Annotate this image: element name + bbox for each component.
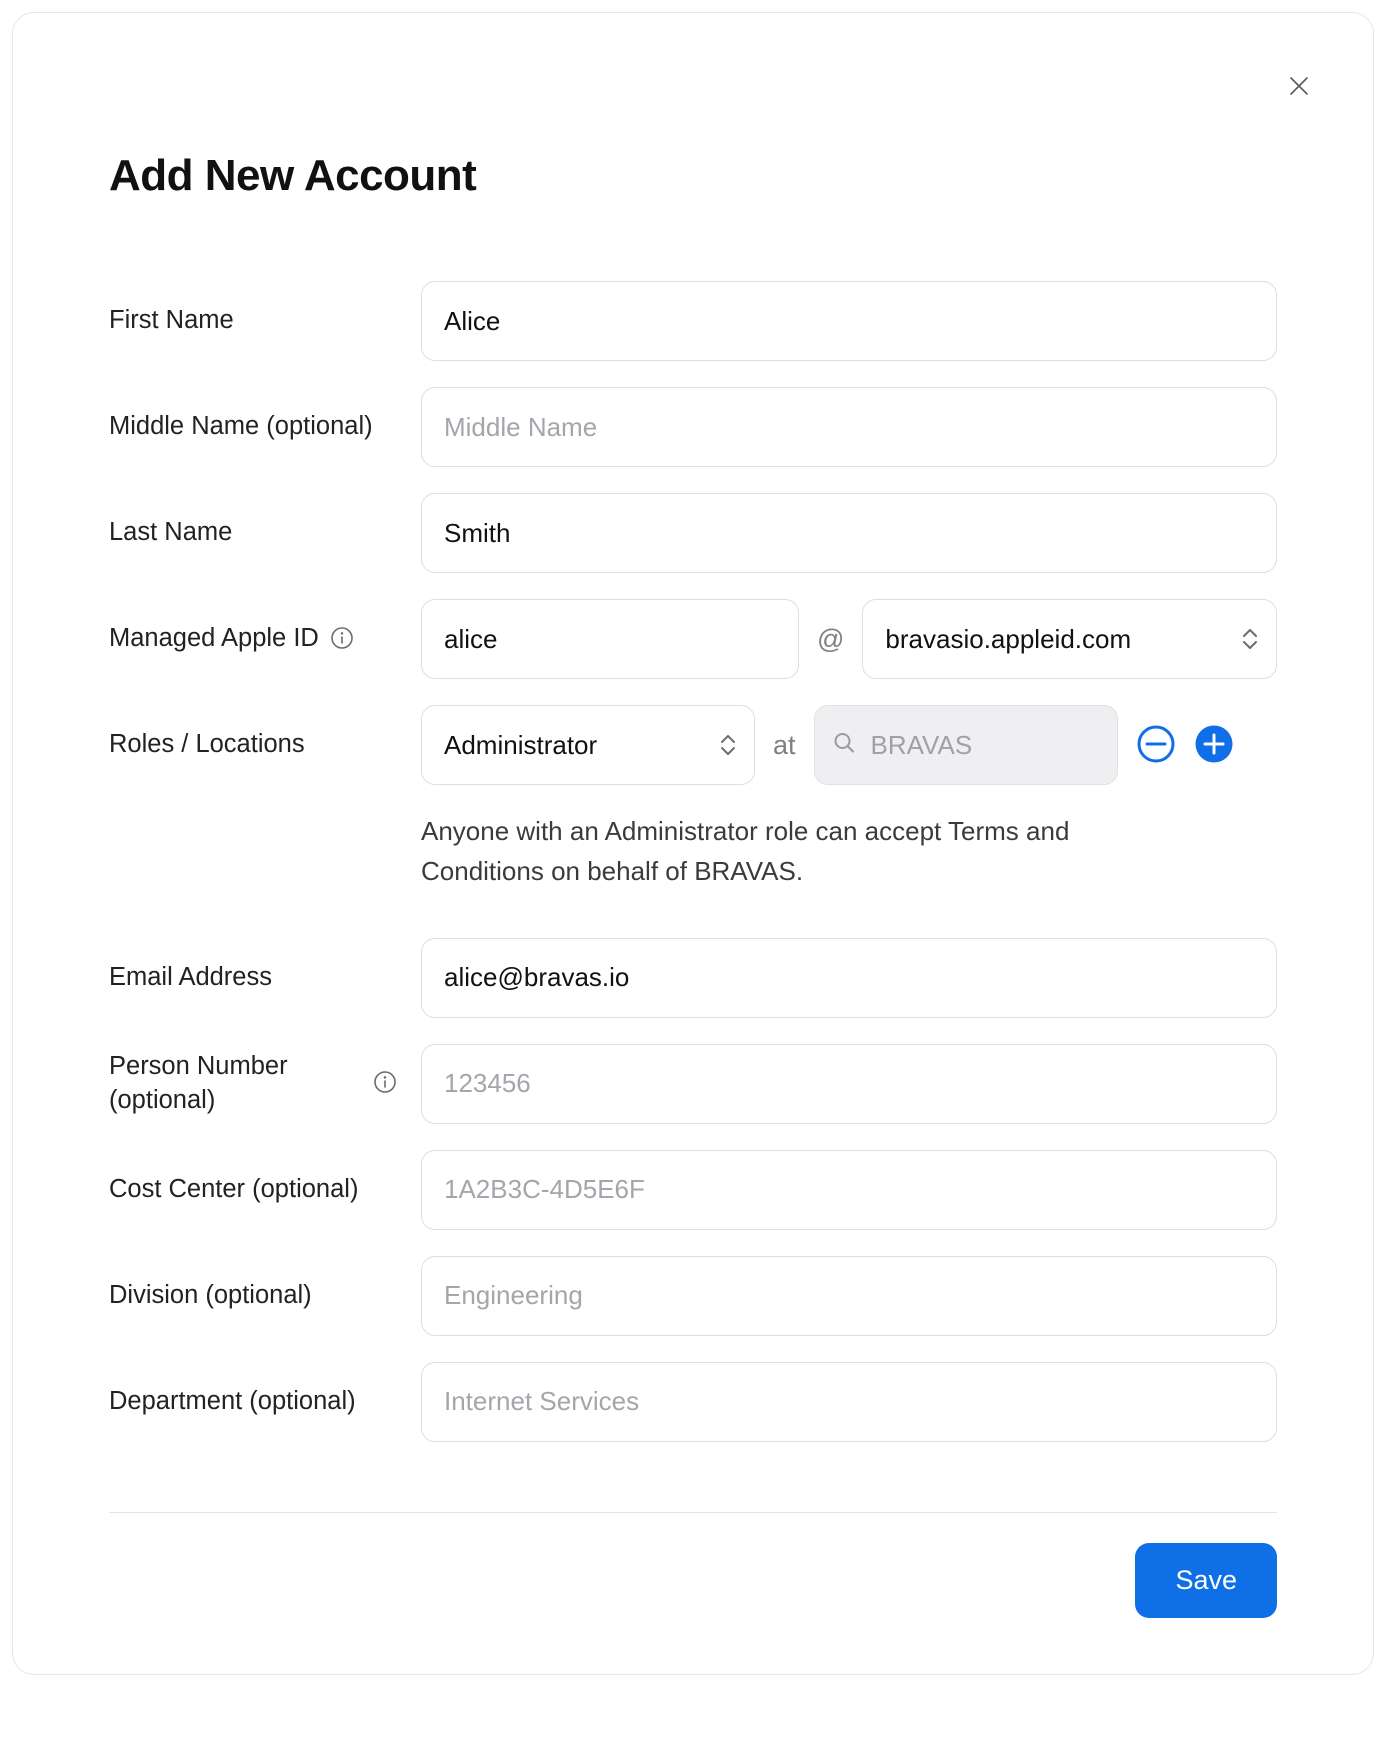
- add-account-modal: Add New Account First Name Middle Name (…: [12, 12, 1374, 1675]
- chevron-updown-icon: [720, 734, 736, 756]
- middle-name-input[interactable]: [421, 387, 1277, 467]
- label-division: Division (optional): [109, 1279, 312, 1313]
- remove-role-button[interactable]: [1136, 725, 1176, 765]
- role-select-value: Administrator: [444, 730, 597, 761]
- cost-center-input[interactable]: [421, 1150, 1277, 1230]
- location-search-wrap: [814, 705, 1118, 785]
- apple-id-local-input[interactable]: [421, 599, 799, 679]
- modal-title: Add New Account: [109, 151, 1277, 201]
- at-symbol: @: [817, 624, 844, 655]
- label-cost-center: Cost Center (optional): [109, 1173, 358, 1207]
- plus-circle-icon: [1194, 724, 1234, 767]
- label-managed-apple-id: Managed Apple ID: [109, 622, 319, 656]
- save-button[interactable]: Save: [1135, 1543, 1277, 1618]
- first-name-input[interactable]: [421, 281, 1277, 361]
- row-first-name: First Name: [109, 281, 1277, 361]
- apple-id-domain-value: bravasio.appleid.com: [885, 624, 1131, 655]
- location-search-input[interactable]: [814, 705, 1118, 785]
- row-last-name: Last Name: [109, 493, 1277, 573]
- label-department: Department (optional): [109, 1385, 356, 1419]
- info-icon: [330, 626, 354, 653]
- row-email: Email Address: [109, 938, 1277, 1018]
- add-role-button[interactable]: [1194, 725, 1234, 765]
- label-person-number: Person Number (optional): [109, 1050, 363, 1117]
- person-number-input[interactable]: [421, 1044, 1277, 1124]
- close-icon: [1287, 74, 1311, 101]
- row-managed-apple-id: Managed Apple ID @ bravasio.appleid.com: [109, 599, 1277, 679]
- label-email: Email Address: [109, 961, 272, 995]
- last-name-input[interactable]: [421, 493, 1277, 573]
- label-last-name: Last Name: [109, 516, 232, 550]
- at-word: at: [773, 730, 796, 761]
- apple-id-domain-select[interactable]: bravasio.appleid.com: [862, 599, 1277, 679]
- division-input[interactable]: [421, 1256, 1277, 1336]
- row-person-number: Person Number (optional): [109, 1044, 1277, 1124]
- label-roles-locations: Roles / Locations: [109, 728, 305, 762]
- row-roles-locations: Roles / Locations Administrator at: [109, 705, 1277, 785]
- close-button[interactable]: [1281, 69, 1317, 105]
- info-icon: [373, 1070, 397, 1097]
- roles-helper-row: Anyone with an Administrator role can ac…: [109, 811, 1277, 892]
- row-cost-center: Cost Center (optional): [109, 1150, 1277, 1230]
- roles-helper-text: Anyone with an Administrator role can ac…: [421, 811, 1181, 892]
- chevron-updown-icon: [1242, 628, 1258, 650]
- apple-id-info-button[interactable]: [329, 626, 355, 652]
- department-input[interactable]: [421, 1362, 1277, 1442]
- footer-divider: [109, 1512, 1277, 1513]
- row-division: Division (optional): [109, 1256, 1277, 1336]
- minus-circle-icon: [1136, 724, 1176, 767]
- role-select[interactable]: Administrator: [421, 705, 755, 785]
- label-middle-name: Middle Name (optional): [109, 410, 373, 444]
- email-input[interactable]: [421, 938, 1277, 1018]
- modal-footer: Save: [109, 1543, 1277, 1618]
- label-first-name: First Name: [109, 304, 234, 338]
- row-middle-name: Middle Name (optional): [109, 387, 1277, 467]
- row-department: Department (optional): [109, 1362, 1277, 1442]
- person-number-info-button[interactable]: [373, 1071, 397, 1097]
